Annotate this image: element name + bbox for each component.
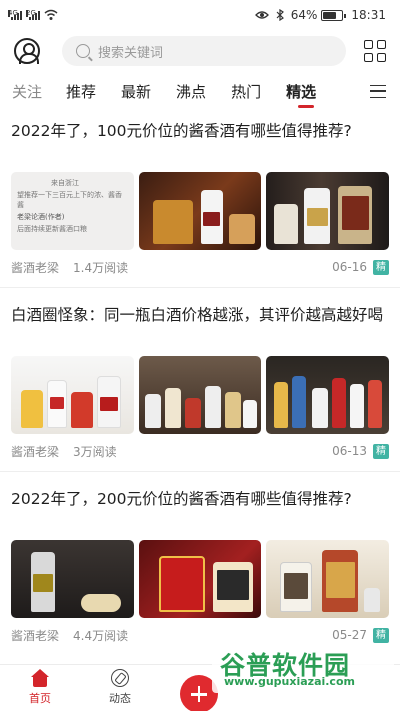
article-date: 06-13 <box>332 444 367 458</box>
wifi-icon <box>44 9 58 20</box>
home-icon <box>30 669 50 687</box>
article-card[interactable]: 2022年了，100元价位的酱香酒有哪些值得推荐? 来自浙江 望推荐一下三百元上… <box>0 112 400 288</box>
menu-icon[interactable] <box>370 85 386 98</box>
article-thumbnail[interactable] <box>266 540 390 618</box>
article-card[interactable]: 白酒圈怪象：同一瓶白酒价格越涨，其评价越高越好喝 酱酒老梁 3万阅读 06-13… <box>0 296 400 472</box>
article-author[interactable]: 酱酒老梁 <box>11 443 59 460</box>
network-type-1: 4G <box>8 9 18 17</box>
top-header: 搜索关键词 <box>0 34 400 68</box>
nav-home[interactable]: 首页 <box>20 669 60 706</box>
featured-badge: 精 <box>373 443 389 459</box>
article-reads: 1.4万阅读 <box>73 260 129 275</box>
article-author[interactable]: 酱酒老梁 <box>11 627 59 644</box>
network-type-2: 2G <box>26 9 36 17</box>
article-title[interactable]: 白酒圈怪象：同一瓶白酒价格越涨，其评价越高越好喝 <box>11 304 389 350</box>
article-thumbnail[interactable]: 来自浙江 望推荐一下三百元上下的浓、酱香 酱 老梁论酒(作者) 后面持续更新酱酒… <box>11 172 134 250</box>
eye-icon <box>254 11 269 19</box>
watermark: 谷普软件园 www.gupuxiazai.com <box>212 645 394 693</box>
article-meta: 酱酒老梁 1.4万阅读 06-16 精 <box>11 258 389 276</box>
article-images <box>11 540 390 618</box>
preview-line: 望推荐一下三百元上下的浓、酱香 <box>17 191 122 199</box>
status-bar: 4G 2G 64% 18:31 <box>0 0 400 30</box>
preview-line: 酱 <box>17 201 24 209</box>
category-grid-icon[interactable] <box>364 40 386 62</box>
user-profile-icon[interactable] <box>14 38 40 64</box>
article-images <box>11 356 390 434</box>
article-thumbnail[interactable] <box>266 172 390 250</box>
featured-badge: 精 <box>373 259 389 275</box>
tab-recommend[interactable]: 推荐 <box>66 78 96 106</box>
article-thumbnail[interactable] <box>11 356 134 434</box>
article-title[interactable]: 2022年了，100元价位的酱香酒有哪些值得推荐? <box>11 120 389 166</box>
article-meta: 酱酒老梁 3万阅读 06-13 精 <box>11 442 389 460</box>
article-thumbnail[interactable] <box>138 356 262 434</box>
article-thumbnail[interactable] <box>138 540 262 618</box>
nav-moments-label: 动态 <box>109 692 131 705</box>
bluetooth-icon <box>276 9 284 21</box>
article-reads: 3万阅读 <box>73 444 117 459</box>
article-author[interactable]: 酱酒老梁 <box>11 259 59 276</box>
tab-featured[interactable]: 精选 <box>286 78 316 108</box>
watermark-url: www.gupuxiazai.com <box>224 675 355 688</box>
preview-line: 来自浙江 <box>51 179 79 187</box>
battery-percent: 64% <box>290 8 318 22</box>
article-date: 05-27 <box>332 628 367 642</box>
search-placeholder: 搜索关键词 <box>98 45 164 61</box>
article-meta: 酱酒老梁 4.4万阅读 05-27 精 <box>11 626 389 644</box>
tab-hot[interactable]: 热门 <box>231 78 261 106</box>
preview-line: 后面持续更新酱酒口粮 <box>17 225 87 233</box>
clock: 18:31 <box>351 8 386 22</box>
article-thumbnail[interactable] <box>266 356 390 434</box>
article-reads: 4.4万阅读 <box>73 628 129 643</box>
cell-signal-icon-2: 2G <box>26 10 40 20</box>
preview-line: 老梁论酒(作者) <box>17 213 65 221</box>
compass-icon <box>111 669 129 687</box>
nav-moments[interactable]: 动态 <box>100 669 140 706</box>
article-date: 06-16 <box>332 260 367 274</box>
channel-tabs: 关注 推荐 最新 沸点 热门 精选 <box>0 76 400 108</box>
featured-badge: 精 <box>373 627 389 643</box>
cell-signal-icon: 4G <box>8 10 22 20</box>
article-card[interactable]: 2022年了，200元价位的酱香酒有哪些值得推荐? 酱酒老梁 4.4万阅读 05… <box>0 480 400 656</box>
article-title[interactable]: 2022年了，200元价位的酱香酒有哪些值得推荐? <box>11 488 389 534</box>
search-icon <box>76 44 90 58</box>
nav-home-label: 首页 <box>29 692 51 705</box>
tab-latest[interactable]: 最新 <box>121 78 151 106</box>
search-input[interactable]: 搜索关键词 <box>62 36 346 66</box>
tab-follow[interactable]: 关注 <box>12 78 42 106</box>
battery-icon <box>321 9 347 21</box>
article-thumbnail[interactable] <box>138 172 262 250</box>
article-images: 来自浙江 望推荐一下三百元上下的浓、酱香 酱 老梁论酒(作者) 后面持续更新酱酒… <box>11 172 390 250</box>
article-thumbnail[interactable] <box>11 540 134 618</box>
article-feed: 2022年了，100元价位的酱香酒有哪些值得推荐? 来自浙江 望推荐一下三百元上… <box>0 112 400 664</box>
tab-trending[interactable]: 沸点 <box>176 78 206 106</box>
